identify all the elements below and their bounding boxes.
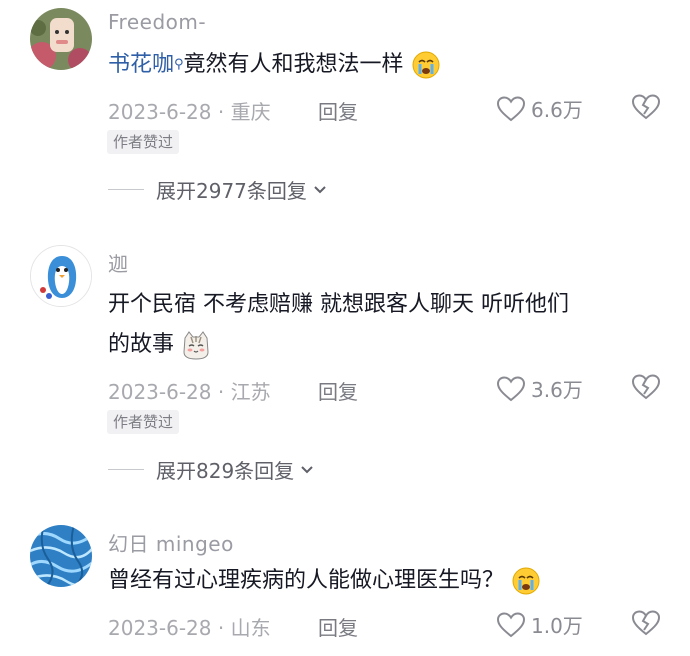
expand-replies-button[interactable]: 展开2977条回复 [108, 175, 327, 204]
comment-item: 迦 开个民宿 不考虑赔赚 就想跟客人聊天 听听他们 的故事 2023-6-28 … [0, 235, 690, 485]
heart-icon [497, 95, 525, 121]
mention-link[interactable]: 书花咖 [108, 52, 174, 77]
reply-button[interactable]: 回复 [318, 376, 358, 405]
comment-body: 的故事 [108, 332, 175, 357]
comment-date: 2023-6-28 [108, 100, 212, 124]
chevron-down-icon [314, 185, 326, 193]
comment-meta: 2023-6-28 · 重庆 [108, 100, 271, 124]
search-icon: ⚲ [174, 57, 184, 72]
crying-face-icon [412, 51, 440, 79]
avatar[interactable] [30, 245, 92, 307]
dislike-button[interactable] [631, 374, 661, 404]
like-count: 6.6万 [531, 98, 583, 122]
comment-body: 竟然有人和我想法一样 [183, 52, 404, 77]
like-button[interactable]: 1.0万 [497, 610, 583, 639]
crying-face-icon [512, 567, 540, 595]
divider [108, 469, 144, 470]
broken-heart-icon [631, 374, 661, 400]
avatar[interactable] [30, 525, 92, 587]
like-count: 1.0万 [531, 614, 583, 638]
avatar-image [31, 246, 91, 306]
heart-icon [497, 611, 525, 637]
expand-replies-button[interactable]: 展开829条回复 [108, 455, 314, 484]
comment-date: 2023-6-28 [108, 380, 212, 404]
comment-item: Freedom- 书花咖⚲竟然有人和我想法一样 2023-6-28 · 重庆 回… [0, 0, 690, 210]
comment-location: 江苏 [230, 380, 271, 404]
expand-replies-label: 展开829条回复 [156, 459, 295, 483]
broken-heart-icon [631, 94, 661, 120]
comment-text: 曾经有过心理疾病的人能做心理医生吗？ [108, 561, 628, 601]
like-count: 3.6万 [531, 378, 583, 402]
like-button[interactable]: 3.6万 [497, 374, 583, 403]
comment-username[interactable]: Freedom- [108, 10, 206, 34]
reply-button[interactable]: 回复 [318, 612, 358, 641]
heart-icon [497, 375, 525, 401]
broken-heart-icon [631, 610, 661, 636]
comment-meta: 2023-6-28 · 山东 [108, 616, 271, 640]
chevron-down-icon [301, 465, 313, 473]
comment-text: 开个民宿 不考虑赔赚 就想跟客人聊天 听听他们 的故事 [108, 285, 628, 365]
comment-body: 曾经有过心理疾病的人能做心理医生吗？ [108, 568, 505, 593]
avatar-image [30, 8, 92, 70]
author-liked-badge: 作者赞过 [107, 130, 180, 154]
comment-username[interactable]: 迦 [108, 248, 129, 277]
dislike-button[interactable] [631, 610, 661, 640]
dislike-button[interactable] [631, 94, 661, 124]
comment-date: 2023-6-28 [108, 616, 212, 640]
author-liked-badge: 作者赞过 [107, 410, 180, 434]
comment-text: 书花咖⚲竟然有人和我想法一样 [108, 45, 628, 85]
avatar[interactable] [30, 8, 92, 70]
reply-button[interactable]: 回复 [318, 96, 358, 125]
like-button[interactable]: 6.6万 [497, 94, 583, 123]
comment-location: 山东 [230, 616, 271, 640]
avatar-image [30, 525, 92, 587]
comment-body: 开个民宿 不考虑赔赚 就想跟客人聊天 听听他们 [108, 292, 569, 317]
comment-location: 重庆 [230, 100, 271, 124]
divider [108, 189, 144, 190]
comment-meta: 2023-6-28 · 江苏 [108, 380, 271, 404]
comment-username[interactable]: 幻日 mingeo [108, 528, 234, 557]
expand-replies-label: 展开2977条回复 [156, 179, 307, 203]
cat-face-icon [183, 331, 209, 360]
comment-item: 幻日 mingeo 曾经有过心理疾病的人能做心理医生吗？ 2023-6-28 ·… [0, 515, 690, 656]
